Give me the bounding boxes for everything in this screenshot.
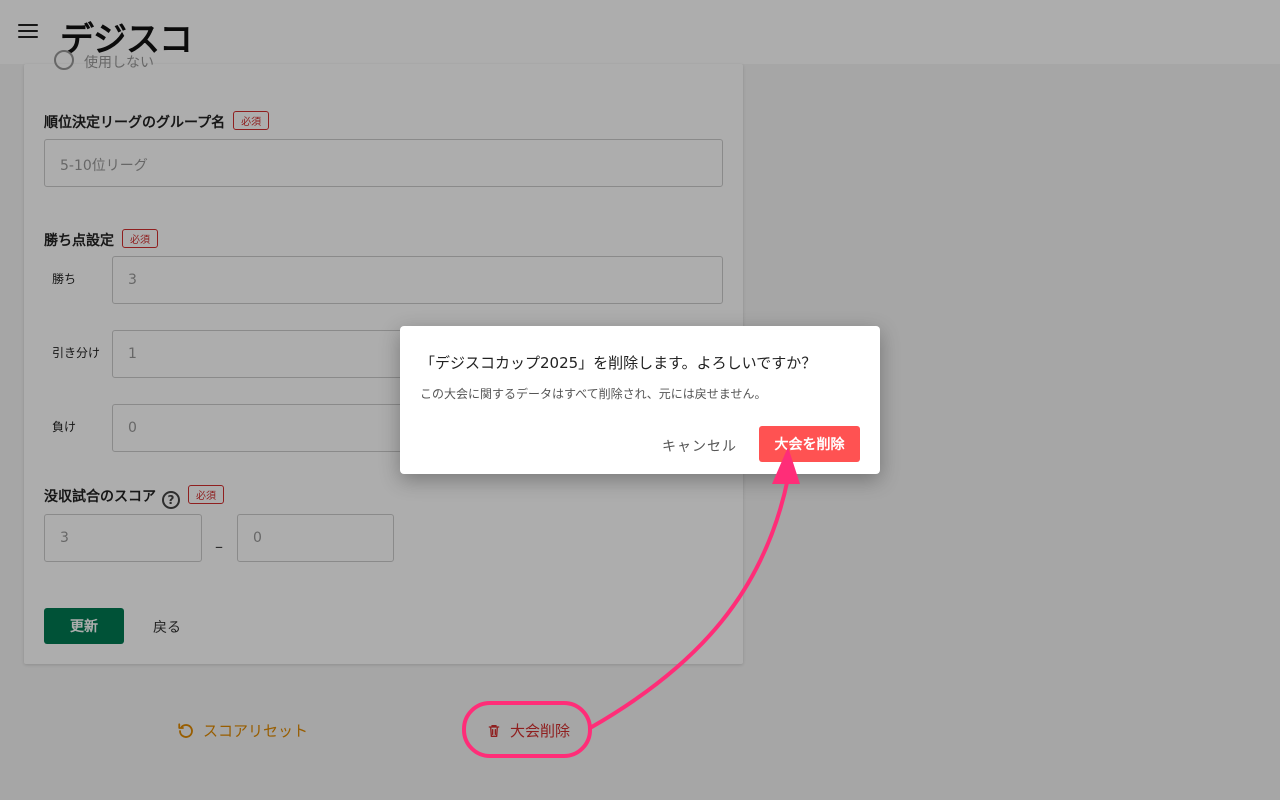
confirm-delete-button[interactable]: 大会を削除 <box>759 426 860 462</box>
dialog-message: この大会に関するデータはすべて削除され、元には戻せません。 <box>420 387 767 401</box>
cancel-button[interactable]: キャンセル <box>662 436 737 456</box>
delete-confirm-dialog: 「デジスコカップ2025」を削除します。よろしいですか？ この大会に関するデータ… <box>400 326 880 474</box>
dialog-title: 「デジスコカップ2025」を削除します。よろしいですか？ <box>420 354 817 372</box>
